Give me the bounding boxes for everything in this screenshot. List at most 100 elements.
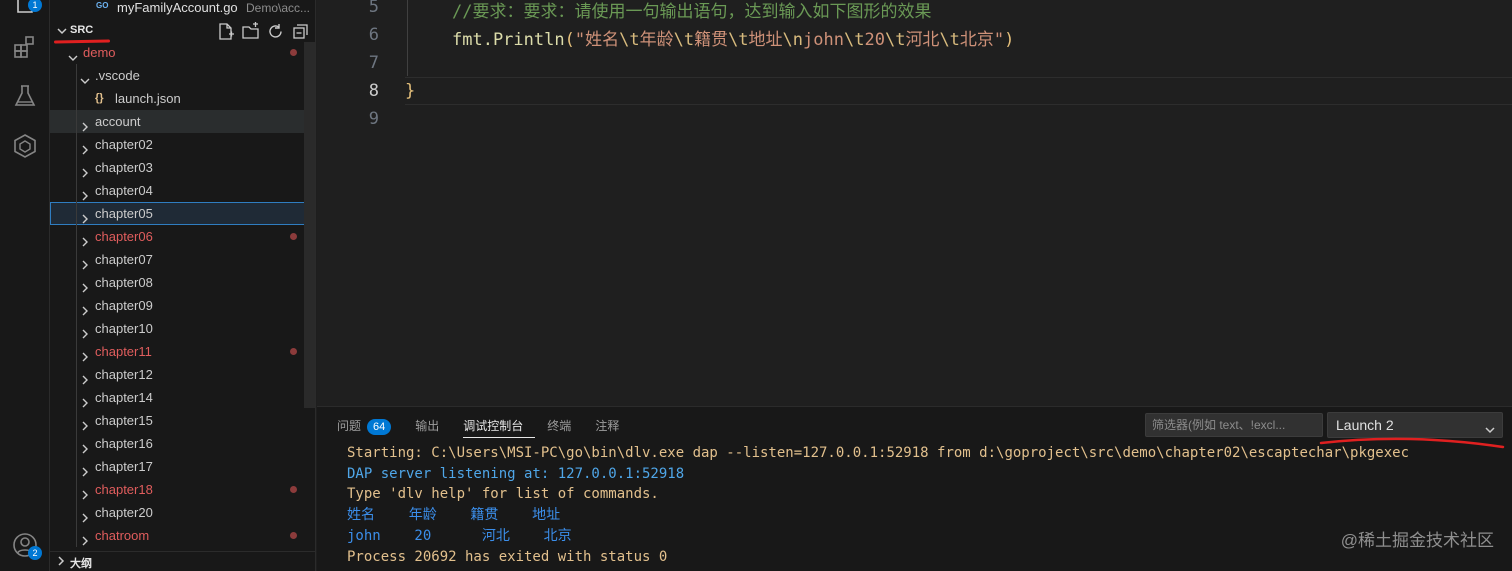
tree-item[interactable]: chatroom	[50, 524, 315, 547]
tree-item[interactable]: chapter04	[50, 179, 315, 202]
code-paren-close: )	[1004, 30, 1015, 50]
panel-tab[interactable]: 注释	[595, 414, 631, 438]
modified-dot	[290, 233, 297, 240]
line-number-active: 8	[368, 81, 379, 101]
chevron-right-icon	[80, 438, 90, 454]
code-string-part: 北京"	[959, 30, 1005, 50]
code-string-part: john	[803, 30, 844, 50]
tree-item-label: chapter10	[95, 321, 153, 336]
new-folder-icon[interactable]	[241, 22, 260, 41]
panel-tab[interactable]: 输出	[415, 414, 451, 438]
code-string-part: 地址	[748, 30, 783, 50]
panel-tab-label: 输出	[415, 419, 440, 433]
code-closing-brace: }	[405, 81, 416, 101]
tree-item-label: chapter20	[95, 505, 153, 520]
src-section-header[interactable]: SRC	[50, 21, 315, 44]
tree-item-label: chapter15	[95, 413, 153, 428]
code-paren-open: (	[564, 30, 575, 50]
collapse-all-icon[interactable]	[291, 22, 310, 41]
explorer-actions	[216, 22, 310, 41]
panel-tab[interactable]: 终端	[547, 414, 583, 438]
open-editor-path: Demo\acc...	[246, 1, 311, 15]
tree-item[interactable]: chapter07	[50, 248, 315, 271]
chevron-right-icon	[80, 484, 90, 500]
code-string-part: 籍贯	[694, 30, 729, 50]
tree-item-label: launch.json	[115, 91, 181, 106]
tree-item-label: chapter06	[95, 229, 153, 244]
code-string-part: \t	[673, 30, 695, 50]
tree-item-label: chapter02	[95, 137, 153, 152]
chevron-right-icon	[80, 507, 90, 523]
code-string-part: 20	[864, 30, 885, 50]
panel-tab-label: 调试控制台	[463, 419, 524, 433]
explorer-scrollbar[interactable]	[304, 42, 315, 408]
explorer-sidebar: GO myFamilyAccount.go Demo\acc... SRC de…	[50, 0, 316, 571]
console-filter-input[interactable]: 筛选器(例如 text、!excl...	[1145, 413, 1323, 437]
panel-tab-label: 注释	[595, 419, 620, 433]
chevron-right-icon	[80, 346, 90, 362]
chevron-right-icon	[80, 231, 90, 247]
tree-item[interactable]: chapter15	[50, 409, 315, 432]
open-editor-filename: myFamilyAccount.go	[117, 0, 238, 15]
tree-item[interactable]: chapter14	[50, 386, 315, 409]
line-number: 7	[368, 53, 379, 73]
panel-tab[interactable]: 问题 64	[337, 414, 403, 438]
tree-item[interactable]: chapter10	[50, 317, 315, 340]
tree-item[interactable]: chapter08	[50, 271, 315, 294]
console-line: Starting: C:\Users\MSI-PC\go\bin\dlv.exe…	[347, 445, 1410, 461]
panel-tab[interactable]: 调试控制台	[463, 414, 536, 438]
new-file-icon[interactable]	[216, 22, 235, 41]
tree-item-label: chapter05	[95, 206, 153, 221]
accounts-icon[interactable]: 2	[12, 532, 42, 560]
console-line: john 20 河北 北京	[347, 527, 572, 544]
code-string-part: \n	[782, 30, 804, 50]
chevron-down-icon	[1484, 419, 1496, 434]
chevron-right-icon	[80, 323, 90, 339]
code-string-part: "姓名	[574, 30, 620, 50]
tree-item[interactable]: chapter20	[50, 501, 315, 524]
code-string-part: \t	[843, 30, 865, 50]
tree-item[interactable]: chapter05	[50, 202, 315, 225]
explorer-badge: 1	[28, 0, 42, 12]
tree-item-label: chapter07	[95, 252, 153, 267]
modified-dot	[290, 49, 297, 56]
tree-item[interactable]: chapter18	[50, 478, 315, 501]
outline-section-title: 大纲	[70, 558, 92, 570]
chevron-right-icon	[80, 392, 90, 408]
json-file-icon: {}	[95, 92, 104, 104]
open-editor-item[interactable]: GO myFamilyAccount.go Demo\acc...	[50, 0, 315, 18]
tree-item[interactable]: chapter17	[50, 455, 315, 478]
outline-section-header[interactable]: 大纲	[50, 551, 315, 571]
console-line: 姓名 年龄 籍贯 地址	[347, 507, 561, 524]
src-section-title: SRC	[70, 24, 94, 36]
tree-item[interactable]: chapter06	[50, 225, 315, 248]
remote-explorer-icon[interactable]	[12, 133, 38, 159]
tree-item[interactable]: chapter03	[50, 156, 315, 179]
activity-bar: 1 2	[0, 0, 50, 571]
tree-item[interactable]: .vscode	[50, 64, 315, 87]
go-file-icon: GO	[96, 1, 109, 10]
tree-item[interactable]: account	[50, 110, 315, 133]
problems-count-badge: 64	[367, 419, 392, 435]
tree-item[interactable]: chapter16	[50, 432, 315, 455]
tree-item[interactable]: {} launch.json	[50, 87, 315, 110]
tree-item-label: account	[95, 114, 141, 129]
chevron-down-icon	[80, 70, 90, 84]
chevron-right-icon	[80, 185, 90, 201]
extensions-icon[interactable]	[12, 34, 38, 60]
explorer-icon[interactable]: 1	[12, 0, 42, 16]
accounts-badge: 2	[28, 546, 42, 560]
tree-item[interactable]: chapter11	[50, 340, 315, 363]
tree-item[interactable]: demo	[50, 41, 315, 64]
tree-item[interactable]: chapter09	[50, 294, 315, 317]
modified-dot	[290, 348, 297, 355]
tree-item-label: chapter16	[95, 436, 153, 451]
testing-flask-icon[interactable]	[12, 83, 38, 109]
tree-item-label: chapter08	[95, 275, 153, 290]
tree-item[interactable]: chapter12	[50, 363, 315, 386]
refresh-icon[interactable]	[266, 22, 285, 41]
code-editor[interactable]: 5 6 7 8 9 //要求：要求：请使用一句输出语句，达到输入如下图形的效果 …	[317, 0, 1512, 406]
line-number: 6	[368, 25, 379, 45]
tree-item[interactable]: chapter02	[50, 133, 315, 156]
current-line-highlight	[405, 77, 1512, 105]
